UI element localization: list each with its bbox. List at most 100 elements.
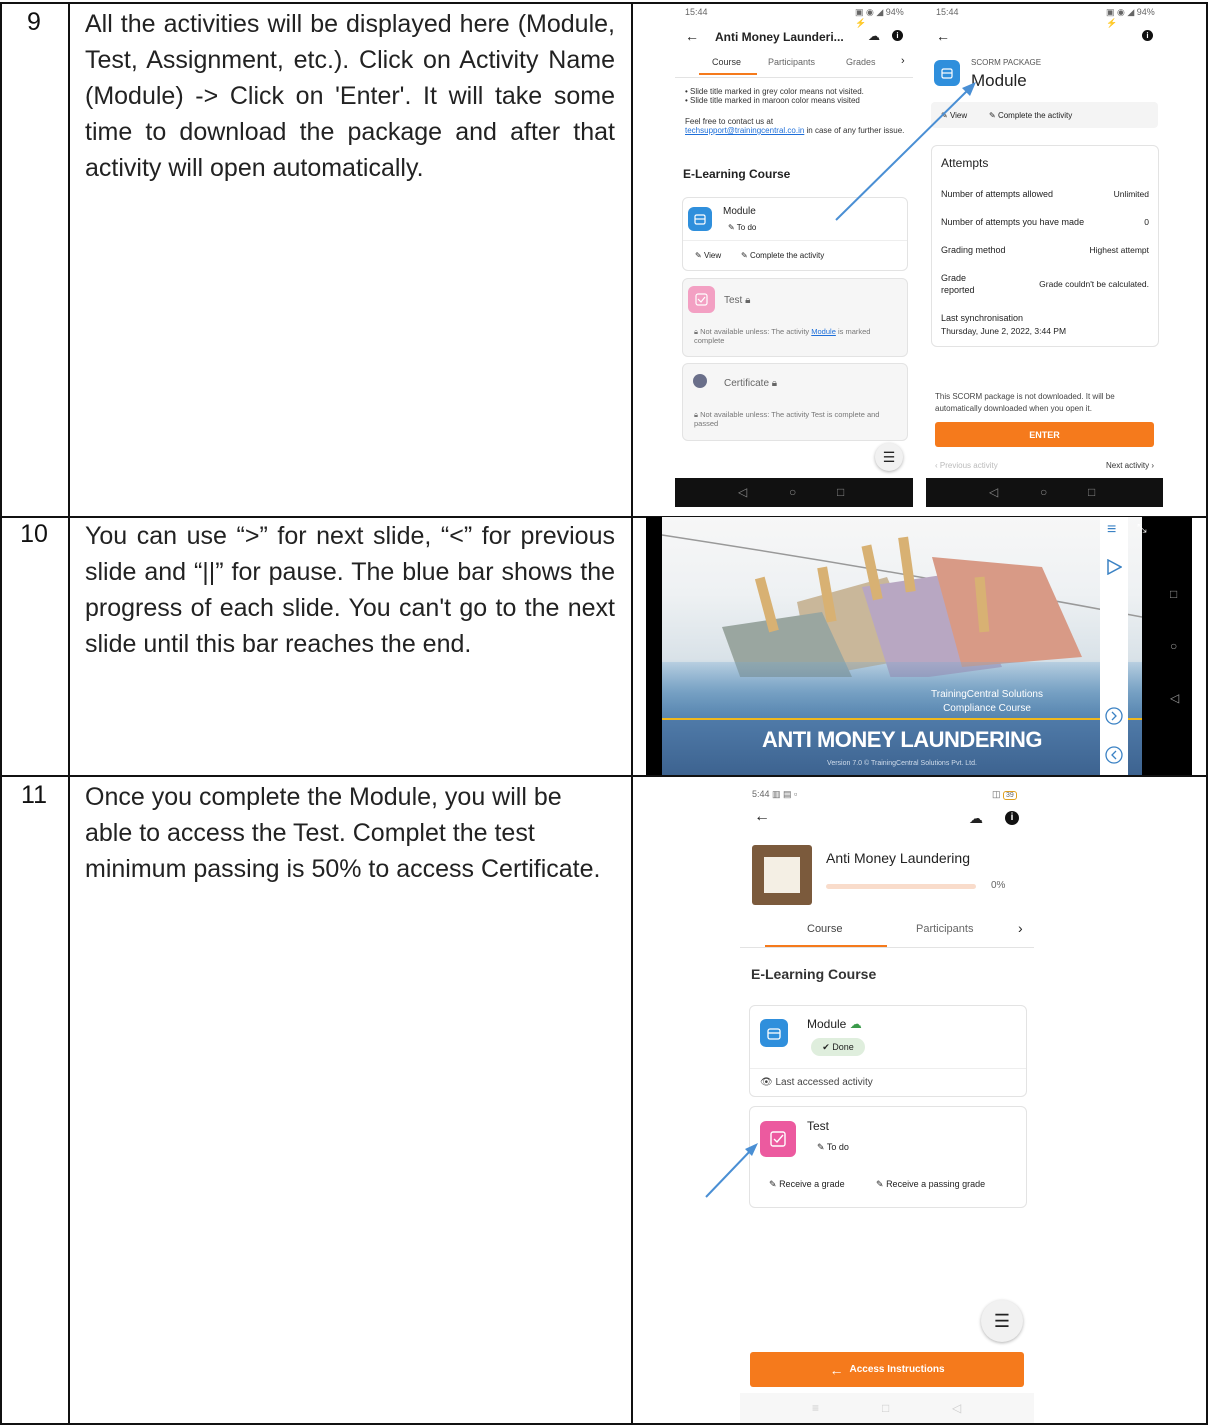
course-progress-screen: 5:44 ▥ ▤ ▫ ◫ 39 ← ☁ i Anti Money Launder… [740, 780, 1034, 1423]
slide-content: TrainingCentral Solutions Compliance Cou… [662, 517, 1142, 775]
test-card[interactable]: Test 🔒︎ 🔒︎ Not available unless: The act… [682, 278, 908, 357]
slide-course: Compliance Course [943, 703, 1031, 714]
nav-back-icon[interactable]: ◁ [952, 1401, 961, 1415]
divider [750, 1068, 1026, 1069]
cloud-download-icon[interactable]: ☁ [969, 810, 983, 827]
done-badge: ✔ Done [811, 1038, 865, 1056]
course-title: Anti Money Launderi... [715, 30, 844, 44]
nav-home-icon[interactable]: ○ [1040, 485, 1047, 499]
next-activity-link[interactable]: Next activity › [1106, 461, 1154, 470]
player-sidebar: ≡ [1100, 517, 1128, 775]
nav-back-icon[interactable]: ◁ [989, 485, 998, 499]
nav-recents-icon[interactable]: □ [837, 485, 844, 499]
row-divider [0, 775, 1208, 777]
nav-recents-icon[interactable]: □ [1088, 485, 1095, 499]
table-border-top [0, 2, 1208, 4]
column-divider [631, 2, 633, 1425]
slide-player: TrainingCentral Solutions Compliance Cou… [646, 517, 1192, 775]
attempts-allowed-value: Unlimited [1113, 189, 1149, 199]
tab-indicator [699, 73, 757, 75]
test-name: Test 🔒︎ [724, 295, 751, 306]
column-divider [68, 2, 70, 1425]
package-icon [688, 207, 712, 231]
certificate-restriction: 🔒︎ Not available unless: The activity Te… [694, 410, 880, 428]
tab-grades[interactable]: Grades [846, 57, 876, 67]
tab-participants[interactable]: Participants [916, 923, 973, 935]
email-link[interactable]: techsupport@trainingcentral.co.in [685, 126, 804, 135]
info-icon[interactable]: i [892, 30, 903, 41]
course-index-button[interactable]: ☰ [981, 1300, 1023, 1342]
lock-icon: 🔒︎ [771, 378, 778, 389]
step-text: Once you complete the Module, you will b… [85, 783, 601, 883]
grading-method-label: Grading method [941, 245, 1006, 255]
back-arrow-icon[interactable]: ← [754, 808, 770, 826]
test-restriction: 🔒︎ Not available unless: The activity Mo… [694, 327, 871, 345]
tab-course[interactable]: Course [807, 923, 842, 935]
status-battery: ◫ 39 [992, 789, 1017, 800]
chevron-right-icon[interactable]: › [1018, 920, 1023, 936]
chevron-right-icon[interactable]: › [901, 55, 905, 67]
enter-button[interactable]: ENTER [935, 422, 1154, 447]
divider [683, 240, 907, 241]
test-icon [688, 286, 715, 313]
step-text: You can use “>” for next slide, “<” for … [85, 522, 615, 658]
tab-participants[interactable]: Participants [768, 57, 815, 67]
pointer-arrow [835, 82, 976, 221]
step-number: 11 [21, 781, 47, 809]
previous-slide-icon[interactable] [1105, 746, 1123, 769]
step-number: 9 [27, 8, 41, 36]
info-icon[interactable]: i [1142, 30, 1153, 41]
course-title: Anti Money Laundering [826, 850, 970, 866]
module-card[interactable]: Module ☁ ✔ Done 👁︎ Last accessed activit… [749, 1005, 1027, 1097]
section-title: E-Learning Course [751, 966, 877, 982]
test-card[interactable]: Test ✎ To do ✎ Receive a grade ✎ Receive… [749, 1106, 1027, 1208]
certificate-card[interactable]: Certificate 🔒︎ 🔒︎ Not available unless: … [682, 363, 908, 441]
nav-recents-icon[interactable]: □ [1170, 587, 1177, 601]
edit-icon: ✎ [989, 111, 996, 120]
module-name[interactable]: Module ☁ [807, 1017, 862, 1031]
progress-percent: 0% [991, 880, 1006, 891]
back-arrow-icon[interactable]: ← [685, 28, 699, 44]
status-battery: ▣ ◉ ◢ 94% ⚡ [855, 7, 904, 28]
info-icon[interactable]: i [1005, 811, 1019, 825]
nav-home-icon[interactable]: ○ [789, 485, 796, 499]
module-name[interactable]: Module [723, 206, 756, 217]
nav-home-icon[interactable]: □ [882, 1401, 889, 1415]
nav-back-icon[interactable]: ◁ [1170, 691, 1179, 705]
cloud-download-icon[interactable]: ☁ [868, 29, 880, 43]
edit-icon: ✎ [728, 223, 735, 232]
tab-course[interactable]: Course [712, 57, 741, 67]
previous-activity-link[interactable]: ‹ Previous activity [935, 461, 998, 470]
step-text: All the activities will be displayed her… [85, 10, 615, 182]
exit-fullscreen-icon[interactable]: ⤡ [1137, 521, 1147, 536]
android-nav-bar: ◁ ○ □ [926, 478, 1163, 507]
test-name[interactable]: Test [807, 1119, 829, 1133]
android-nav-bar: ≡ □ ◁ [740, 1393, 1034, 1423]
section-title: E-Learning Course [683, 167, 791, 181]
pointer-arrow [705, 1143, 758, 1198]
next-slide-icon[interactable] [1105, 707, 1123, 730]
slide-title: ANTI MONEY LAUNDERING [762, 727, 1043, 752]
receive-grade-condition: ✎ Receive a grade [769, 1179, 845, 1189]
nav-back-icon[interactable]: ◁ [738, 485, 747, 499]
edit-icon: ✎ [741, 251, 748, 260]
nav-recents-icon[interactable]: ≡ [812, 1401, 819, 1415]
slide-company: TrainingCentral Solutions [931, 689, 1043, 700]
lock-icon: 🔒︎ [745, 295, 751, 306]
divider [740, 947, 1034, 948]
arrow-left-icon: ← [829, 1361, 844, 1378]
menu-icon[interactable]: ≡ [1107, 521, 1116, 539]
test-status: ✎ To do [817, 1142, 849, 1152]
status-time: 15:44 [685, 7, 708, 17]
certificate-icon [693, 374, 707, 388]
edit-icon: ✎ [695, 251, 702, 260]
course-thumbnail [752, 845, 812, 905]
grading-method-value: Highest attempt [1089, 245, 1149, 255]
nav-home-icon[interactable]: ○ [1170, 639, 1177, 653]
receive-passing-grade-condition: ✎ Receive a passing grade [876, 1179, 986, 1189]
course-index-button[interactable]: ☰ [875, 443, 903, 471]
play-icon[interactable] [1106, 558, 1123, 580]
back-arrow-icon[interactable]: ← [936, 28, 950, 44]
access-instructions-button[interactable]: ← Access Instructions [750, 1352, 1024, 1387]
eye-icon: 👁︎ [760, 1077, 773, 1088]
